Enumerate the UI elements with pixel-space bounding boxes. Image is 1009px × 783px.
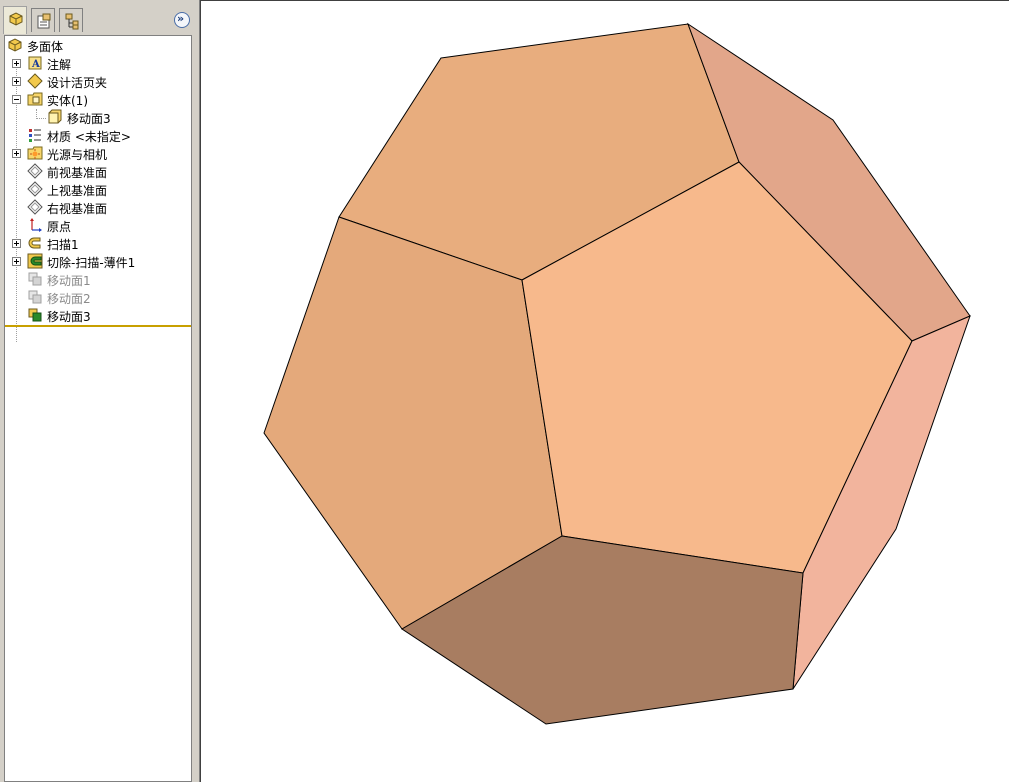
tree-item-move-face2[interactable]: 移动面2 bbox=[5, 288, 191, 306]
tree-item-label: 多面体 bbox=[27, 40, 64, 54]
graphics-area[interactable] bbox=[200, 0, 1009, 782]
tree-item-label: 上视基准面 bbox=[47, 184, 108, 198]
feature-tree: 多面体 A 注解 设计活页夹 实体(1) 移动面3 材质 <未指定> 光源与相机… bbox=[4, 35, 192, 782]
tree-item-body[interactable]: 移动面3 bbox=[5, 108, 191, 126]
solid-body-icon bbox=[48, 109, 62, 124]
configurationmanager-tab[interactable] bbox=[59, 8, 83, 32]
plane-icon bbox=[27, 199, 43, 215]
tree-item-lights-cameras[interactable]: 光源与相机 bbox=[5, 144, 191, 162]
plane-icon bbox=[27, 163, 43, 179]
tree-item-label: 移动面2 bbox=[47, 292, 91, 306]
tree-item-label: 材质 <未指定> bbox=[47, 130, 131, 144]
expand-icon[interactable] bbox=[12, 149, 21, 158]
origin-icon bbox=[30, 218, 42, 232]
tree-item-sweep1[interactable]: 扫描1 bbox=[5, 234, 191, 252]
tree-item-right-plane[interactable]: 右视基准面 bbox=[5, 198, 191, 216]
collapse-icon[interactable] bbox=[12, 95, 21, 104]
plane-icon bbox=[27, 181, 43, 197]
panel-tabs: » bbox=[0, 0, 199, 35]
tree-item-move-face3[interactable]: 移动面3 bbox=[5, 306, 191, 324]
tree-item-label: 原点 bbox=[47, 220, 72, 234]
svg-text:A: A bbox=[31, 59, 40, 70]
expand-icon[interactable] bbox=[12, 77, 21, 86]
tree-item-design-binder[interactable]: 设计活页夹 bbox=[5, 72, 191, 90]
part-icon bbox=[9, 12, 23, 26]
tree-item-label: 移动面3 bbox=[47, 310, 91, 324]
design-binder-icon bbox=[27, 73, 43, 89]
expand-icon[interactable] bbox=[12, 239, 21, 248]
solid-bodies-folder-icon bbox=[27, 92, 43, 106]
tree-item-label: 前视基准面 bbox=[47, 166, 108, 180]
featuremanager-tab[interactable] bbox=[3, 6, 27, 34]
panel-splitter[interactable] bbox=[192, 35, 199, 782]
move-face-icon bbox=[28, 290, 42, 304]
tree-item-annotations[interactable]: A 注解 bbox=[5, 54, 191, 72]
tree-item-front-plane[interactable]: 前视基准面 bbox=[5, 162, 191, 180]
rollback-bar[interactable] bbox=[5, 325, 191, 327]
expand-icon[interactable] bbox=[12, 59, 21, 68]
tree-item-label: 移动面1 bbox=[47, 274, 91, 288]
tree-item-solid-bodies[interactable]: 实体(1) bbox=[5, 90, 191, 108]
tree-item-label: 右视基准面 bbox=[47, 202, 108, 216]
propertymanager-tab[interactable] bbox=[31, 8, 55, 32]
tree-item-top-plane[interactable]: 上视基准面 bbox=[5, 180, 191, 198]
tree-item-origin[interactable]: 原点 bbox=[5, 216, 191, 234]
tree-item-label: 设计活页夹 bbox=[47, 76, 108, 90]
tree-item-material[interactable]: 材质 <未指定> bbox=[5, 126, 191, 144]
tree-item-move-face1[interactable]: 移动面1 bbox=[5, 270, 191, 288]
tree-item-label: 移动面3 bbox=[67, 112, 111, 126]
cut-sweep-icon bbox=[27, 253, 43, 269]
expand-icon[interactable] bbox=[12, 257, 21, 266]
sweep-icon bbox=[28, 237, 41, 249]
double-chevron-right-icon: » bbox=[177, 12, 185, 25]
tree-item-cut-sweep-thin1[interactable]: 切除-扫描-薄件1 bbox=[5, 252, 191, 270]
tree-item-label: 实体(1) bbox=[47, 94, 88, 108]
feature-manager-panel: » 多面体 A 注解 设计活页夹 实体(1) 移动面3 材质 <未指定> 光源与… bbox=[0, 0, 200, 782]
annotations-icon: A bbox=[28, 56, 42, 70]
move-face-icon bbox=[28, 308, 42, 322]
material-icon bbox=[29, 129, 41, 142]
tree-item-label: 扫描1 bbox=[47, 238, 79, 252]
property-icon bbox=[37, 13, 51, 29]
tree-item-label: 切除-扫描-薄件1 bbox=[47, 256, 136, 270]
tree-item-label: 注解 bbox=[47, 58, 72, 72]
lights-cameras-icon bbox=[27, 146, 43, 160]
tree-item-label: 光源与相机 bbox=[47, 148, 108, 162]
dodecahedron-model[interactable] bbox=[201, 1, 1009, 783]
configuration-icon bbox=[65, 13, 79, 30]
part-icon bbox=[8, 38, 22, 52]
tree-item-part[interactable]: 多面体 bbox=[5, 36, 191, 54]
move-face-icon bbox=[28, 272, 42, 286]
collapse-panel-button[interactable]: » bbox=[174, 12, 190, 28]
